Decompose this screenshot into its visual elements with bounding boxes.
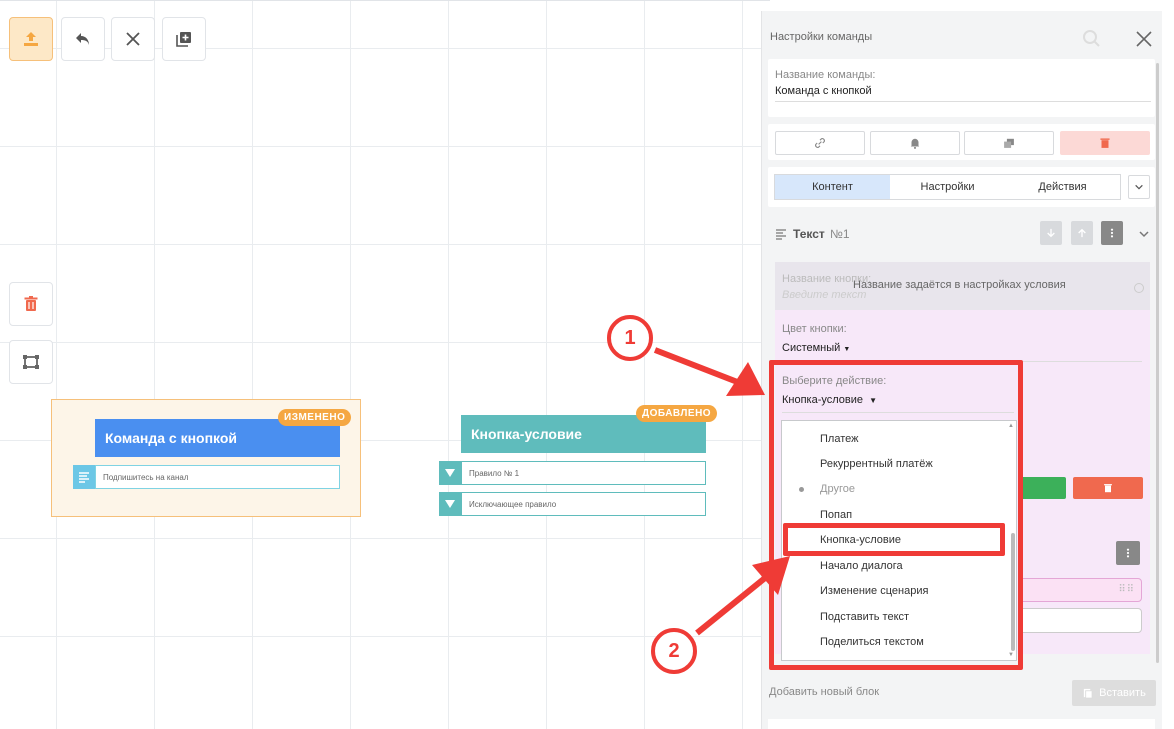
callout-2: 2 xyxy=(651,628,697,674)
callout-1: 1 xyxy=(607,315,653,361)
move-up-button[interactable] xyxy=(1071,221,1093,245)
close-button[interactable] xyxy=(111,17,155,61)
text-lines-icon xyxy=(73,465,95,489)
button-color-label: Цвет кнопки: xyxy=(782,323,847,335)
grid-drag-icon[interactable]: ⠿⠿ xyxy=(1118,584,1135,595)
text-lines-icon xyxy=(775,227,787,245)
close-icon[interactable] xyxy=(1134,29,1156,51)
annotation-frame-action xyxy=(769,360,1023,670)
arrow-down-icon xyxy=(1047,228,1055,238)
more-vertical-icon xyxy=(1110,228,1114,238)
tab-settings[interactable]: Настройки xyxy=(890,175,1005,199)
command-name-input[interactable]: Команда с кнопкой xyxy=(775,85,1151,102)
command-name-card: Название команды: Команда с кнопкой xyxy=(768,59,1155,117)
delete-command-button[interactable] xyxy=(1060,131,1150,155)
node-row-text[interactable]: Подпишитесь на канал xyxy=(95,465,340,489)
frame-button[interactable] xyxy=(9,340,53,384)
tabs-more-button[interactable] xyxy=(1128,175,1150,199)
flow-canvas[interactable] xyxy=(0,0,770,729)
condition-input[interactable]: ⠿⠿ xyxy=(1018,578,1142,602)
frame-select-icon xyxy=(23,355,39,369)
button-name-field: Название кнопки: Введите текст Название … xyxy=(775,262,1150,310)
item-menu-button[interactable] xyxy=(1116,541,1140,565)
copy-button[interactable] xyxy=(964,131,1054,155)
upload-button[interactable] xyxy=(9,17,53,61)
trash-icon xyxy=(1100,138,1110,148)
close-icon xyxy=(126,32,140,46)
caret-down-icon: ▼ xyxy=(843,346,851,353)
status-badge-added: ДОБАВЛЕНО xyxy=(636,405,718,422)
block-title: Текст xyxy=(793,227,825,241)
paste-icon xyxy=(1084,688,1093,699)
add-square-icon xyxy=(176,32,191,47)
paste-button[interactable]: Вставить xyxy=(1072,680,1156,706)
add-block-label: Добавить новый блок xyxy=(769,686,880,698)
chevron-down-icon[interactable] xyxy=(1138,227,1150,245)
upload-icon xyxy=(24,32,38,46)
delete-button[interactable] xyxy=(1073,477,1143,499)
paste-label: Вставить xyxy=(1099,687,1146,699)
confirm-button[interactable] xyxy=(1018,477,1066,499)
add-node-button[interactable] xyxy=(162,17,206,61)
filter-icon xyxy=(439,461,461,485)
panel-scrollbar[interactable] xyxy=(1156,63,1159,663)
annotation-frame-selected-item xyxy=(783,523,1005,556)
content-tabs: Контент Настройки Действия xyxy=(774,174,1121,200)
arrow-up-icon xyxy=(1078,228,1086,238)
bell-icon xyxy=(910,138,920,149)
button-color-value: Системный xyxy=(782,342,841,354)
delete-button[interactable] xyxy=(9,282,53,326)
info-icon xyxy=(1134,283,1144,293)
link-icon xyxy=(815,138,825,148)
next-card xyxy=(768,719,1155,729)
trash-icon xyxy=(24,296,38,311)
status-badge-modified: ИЗМЕНЕНО xyxy=(278,409,352,426)
node-row-rule-exclusive[interactable]: Исключающее правило xyxy=(461,492,706,516)
more-vertical-icon xyxy=(1126,548,1130,558)
button-color-select[interactable]: Системный ▼ xyxy=(782,342,850,354)
block-number: №1 xyxy=(830,227,850,241)
filter-icon xyxy=(439,492,461,516)
search-icon[interactable] xyxy=(1082,29,1104,51)
chevron-down-icon xyxy=(1135,184,1143,190)
trash-icon xyxy=(1104,484,1112,493)
command-name-label: Название команды: xyxy=(775,69,876,81)
notification-button[interactable] xyxy=(870,131,960,155)
undo-icon xyxy=(76,33,89,45)
undo-button[interactable] xyxy=(61,17,105,61)
block-menu-button[interactable] xyxy=(1101,221,1123,245)
move-down-button[interactable] xyxy=(1040,221,1062,245)
link-button[interactable] xyxy=(775,131,865,155)
node-row-rule-1[interactable]: Правило № 1 xyxy=(461,461,706,485)
extra-input[interactable] xyxy=(1018,608,1142,633)
tab-actions[interactable]: Действия xyxy=(1005,175,1120,199)
tab-content[interactable]: Контент xyxy=(775,175,890,199)
button-name-overlay: Название задаётся в настройках условия xyxy=(853,279,1066,291)
copy-icon xyxy=(1004,138,1014,148)
panel-title: Настройки команды xyxy=(770,31,873,43)
